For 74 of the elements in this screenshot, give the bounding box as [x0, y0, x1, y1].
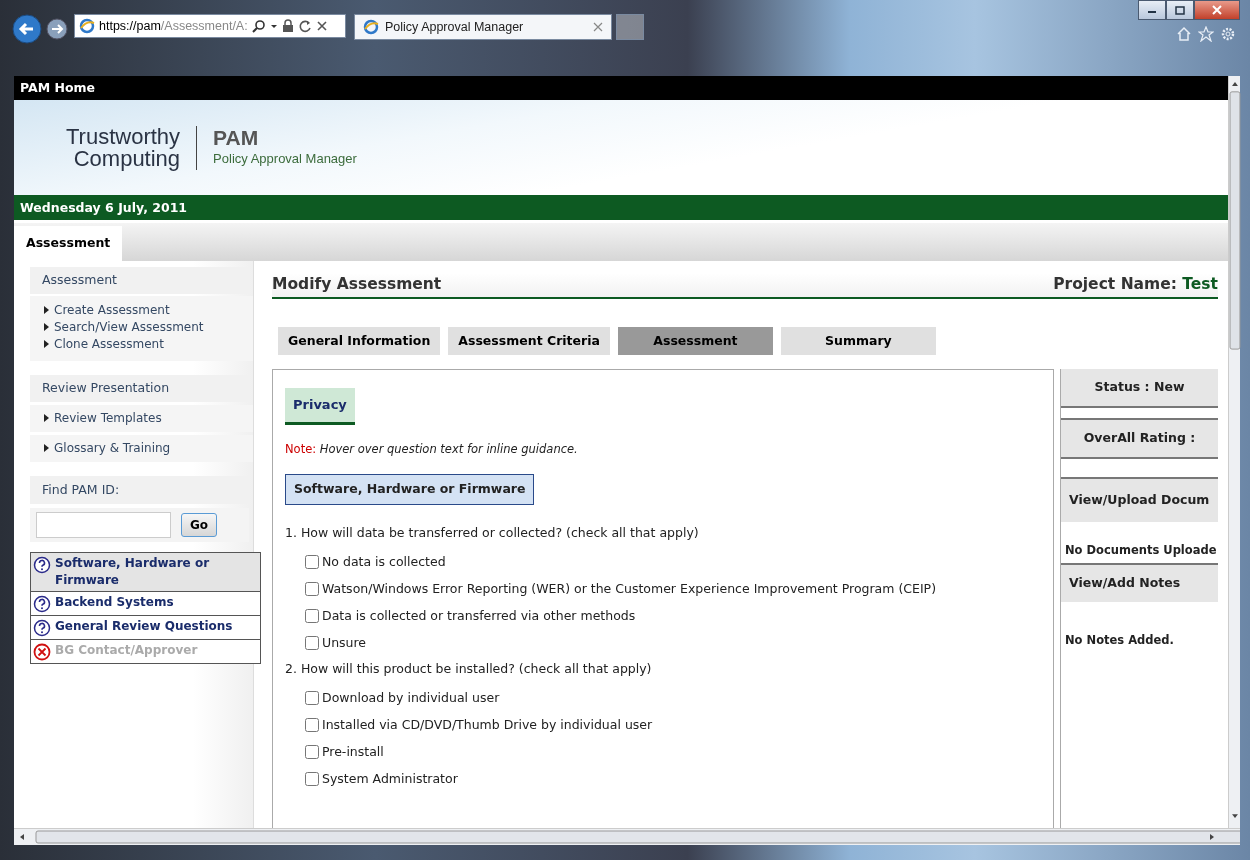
checkbox[interactable]	[305, 745, 319, 760]
checkbox[interactable]	[305, 772, 319, 787]
close-icon	[1212, 5, 1222, 15]
status-label: Status : New	[1061, 369, 1218, 408]
lock-icon	[281, 19, 294, 33]
vertical-scrollbar[interactable]	[1228, 76, 1240, 828]
section-link[interactable]: General Review Questions	[31, 616, 260, 641]
close-icon[interactable]	[315, 20, 328, 32]
content-tab[interactable]: Assessment	[617, 327, 773, 356]
notes-text: No Notes Added.	[1064, 631, 1175, 649]
checkbox[interactable]	[305, 609, 319, 624]
input-field[interactable]	[36, 512, 171, 539]
horizontal-scrollbar[interactable]	[14, 828, 1240, 845]
section-link[interactable]: Software, Hardware or Firmware	[31, 553, 260, 593]
option-label: Unsure	[322, 633, 367, 652]
project-name: Project Name: Test	[1053, 274, 1218, 295]
app-subtitle: Policy Approval Manager	[213, 149, 357, 168]
home-icon[interactable]	[1176, 26, 1192, 42]
close-button[interactable]	[1194, 0, 1240, 20]
error-icon	[33, 643, 51, 662]
checkbox[interactable]	[305, 555, 319, 570]
help-icon	[33, 619, 51, 638]
browser-icon	[79, 18, 95, 34]
question-text: 1. How will data be transferred or collected? (check all that apply)	[285, 523, 700, 542]
main-tab[interactable]: Assessment	[14, 226, 123, 261]
date-bar: Wednesday 6 July, 2011	[14, 195, 1228, 220]
address-text: https://pam/Assessment/A:	[99, 17, 248, 35]
section-link[interactable]: Backend Systems	[31, 592, 260, 617]
option-label: Pre-install	[322, 742, 384, 761]
sidebar-link[interactable]: Create Assessment	[44, 301, 239, 319]
documents-text: No Documents Uploade	[1061, 521, 1218, 564]
rating-label: OverAll Rating :	[1061, 418, 1218, 459]
content-tab[interactable]: Summary	[780, 327, 936, 356]
option-label: No data is collected	[322, 552, 446, 571]
option-label: Watson/Windows Error Reporting (WER) or the Customer Experience Improvement Program (CEIP)	[322, 579, 937, 598]
close-icon[interactable]	[593, 22, 603, 32]
checkbox[interactable]	[305, 636, 319, 651]
sidebar-link[interactable]: Clone Assessment	[44, 335, 239, 353]
maximize-button[interactable]	[1166, 0, 1194, 20]
question-text: 2. How will this product be installed? (check all that apply)	[285, 659, 653, 678]
tab-title: Policy Approval Manager	[385, 18, 525, 36]
browser-icon	[363, 19, 379, 35]
checkbox[interactable]	[305, 582, 319, 597]
option-label: System Administrator	[322, 769, 458, 788]
forward-button[interactable]	[46, 18, 68, 40]
page-title: Modify Assessment	[272, 274, 442, 295]
content-tab[interactable]: General Information	[278, 327, 441, 356]
settings-icon[interactable]	[1220, 26, 1236, 42]
option-label: Installed via CD/DVD/Thumb Drive by individual user	[322, 715, 653, 734]
option-label: Data is collected or transferred via other methods	[322, 606, 636, 625]
help-icon	[33, 595, 51, 614]
documents-link[interactable]: View/Upload Docum	[1061, 476, 1218, 522]
note-text: Note: Hover over question text for inline guidance.	[285, 440, 579, 458]
checkbox[interactable]	[305, 691, 319, 706]
home-link[interactable]: PAM Home	[14, 76, 1228, 100]
refresh-icon[interactable]	[297, 19, 312, 33]
address-bar[interactable]: https://pam/Assessment/A:	[74, 14, 346, 38]
section-tab[interactable]: Privacy	[285, 388, 355, 425]
browser-tab[interactable]: Policy Approval Manager	[354, 14, 612, 40]
go-button[interactable]: Go	[181, 513, 218, 538]
option-label: Download by individual user	[322, 688, 500, 707]
star-icon[interactable]	[1198, 26, 1214, 42]
app-name: PAM	[213, 126, 260, 149]
logo-text: Trustworthy Computing	[66, 125, 198, 170]
checkbox[interactable]	[305, 718, 319, 733]
notes-link[interactable]: View/Add Notes	[1061, 563, 1218, 602]
minimize-button[interactable]	[1138, 0, 1166, 20]
sidebar-link[interactable]: Search/View Assessment	[44, 318, 239, 336]
search-icon[interactable]	[251, 19, 266, 33]
maximize-icon	[1175, 5, 1185, 15]
content-tab[interactable]: Assessment Criteria	[448, 327, 610, 356]
back-button[interactable]	[12, 14, 42, 44]
help-icon	[33, 556, 51, 575]
section-heading: Software, Hardware or Firmware	[285, 474, 535, 505]
